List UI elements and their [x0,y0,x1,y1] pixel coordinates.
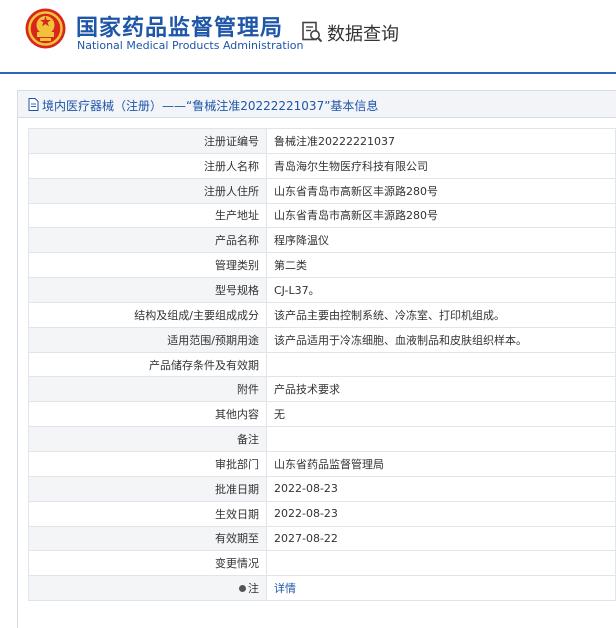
field-label: 批准日期 [28,475,267,502]
table-row: 批准日期 2022-08-23 [28,475,616,502]
site-header: 国家药品监督管理局 National Medical Products Admi… [0,0,616,72]
note-value-cell: 详情 [266,575,616,602]
table-row: 型号规格 CJ-L37。 [28,277,616,303]
field-label: 管理类别 [28,252,267,279]
details-link[interactable]: 详情 [274,582,296,595]
field-value: 2022-08-23 [266,500,616,527]
page: 国家药品监督管理局 National Medical Products Admi… [0,0,616,628]
document-icon [28,98,39,111]
header-divider [0,72,616,74]
field-value: 产品技术要求 [266,376,616,403]
field-value: 无 [266,401,616,428]
field-value: 山东省青岛市高新区丰源路280号 [266,202,616,229]
note-label: 注 [248,582,259,596]
field-label: 注册人名称 [28,152,267,179]
bullet-icon [239,585,246,593]
field-label: 产品名称 [28,227,267,254]
breadcrumb-title: 境内医疗器械（注册）——“鲁械注准20222221037”基本信息 [42,99,379,113]
field-value [266,351,616,378]
table-row: 适用范围/预期用途 该产品适用于冷冻细胞、血液制品和皮肤组织样本。 [28,326,616,353]
table-row: 注册人住所 山东省青岛市高新区丰源路280号 [28,177,616,204]
field-label: 附件 [28,376,267,403]
field-value: 鲁械注准20222221037 [266,128,616,154]
field-value: 2027-08-22 [266,525,616,552]
field-value: 青岛海尔生物医疗科技有限公司 [266,152,616,179]
org-name-cn: 国家药品监督管理局 [76,16,284,41]
field-value: 该产品适用于冷冻细胞、血液制品和皮肤组织样本。 [266,326,616,353]
field-value [266,550,616,577]
field-label: 注册证编号 [28,128,267,154]
table-row: 生产地址 山东省青岛市高新区丰源路280号 [28,202,616,229]
table-row: 其他内容无 [28,401,616,428]
field-value: 程序降温仪 [266,227,616,254]
field-label: 型号规格 [28,277,267,303]
field-label: 审批部门 [28,450,267,477]
table-row: 产品储存条件及有效期 [28,351,616,378]
field-label: 结构及组成/主要组成成分 [28,301,267,328]
table-row: 管理类别 第二类 [28,252,616,279]
detail-table-body: 注册证编号 鲁械注准20222221037 注册人名称 青岛海尔生物医疗科技有限公司注… [28,128,616,602]
org-name-en: National Medical Products Administration [77,39,304,52]
detail-table: 注册证编号 鲁械注准20222221037 注册人名称 青岛海尔生物医疗科技有限公司注… [28,128,616,602]
table-row: 有效期至 2027-08-22 [28,525,616,552]
field-label: 生产地址 [28,202,267,229]
field-value: 该产品主要由控制系统、冷冻室、打印机组成。 [266,301,616,328]
table-row: 注册人名称 青岛海尔生物医疗科技有限公司 [28,152,616,179]
field-label: 产品储存条件及有效期 [28,351,267,378]
data-query-icon [302,21,323,43]
field-label: 有效期至 [28,525,267,552]
field-value: 第二类 [266,252,616,279]
field-label: 注册人住所 [28,177,267,204]
breadcrumb: 境内医疗器械（注册）——“鲁械注准20222221037”基本信息 [17,90,616,118]
field-label: 其他内容 [28,401,267,428]
data-query-title[interactable]: 数据查询 [327,20,399,46]
table-row: 附件 产品技术要求 [28,376,616,403]
field-label: 适用范围/预期用途 [28,326,267,353]
table-row: 变更情况 [28,550,616,577]
note-label-cell: 注 [28,575,267,602]
table-row: 结构及组成/主要组成成分 该产品主要由控制系统、冷冻室、打印机组成。 [28,301,616,328]
field-value: 山东省青岛市高新区丰源路280号 [266,177,616,204]
field-value: CJ-L37。 [266,277,616,303]
table-row: 注册证编号 鲁械注准20222221037 [28,128,616,154]
table-row-note: 注 详情 [28,575,616,602]
field-value: 山东省药品监督管理局 [266,450,616,477]
field-value [266,426,616,452]
table-row: 产品名称 程序降温仪 [28,227,616,254]
field-value: 2022-08-23 [266,475,616,502]
national-emblem-icon [25,8,66,49]
field-label: 生效日期 [28,500,267,527]
field-label: 备注 [28,426,267,452]
field-label: 变更情况 [28,550,267,577]
table-row: 审批部门 山东省药品监督管理局 [28,450,616,477]
table-row: 备注 [28,426,616,452]
table-row: 生效日期 2022-08-23 [28,500,616,527]
